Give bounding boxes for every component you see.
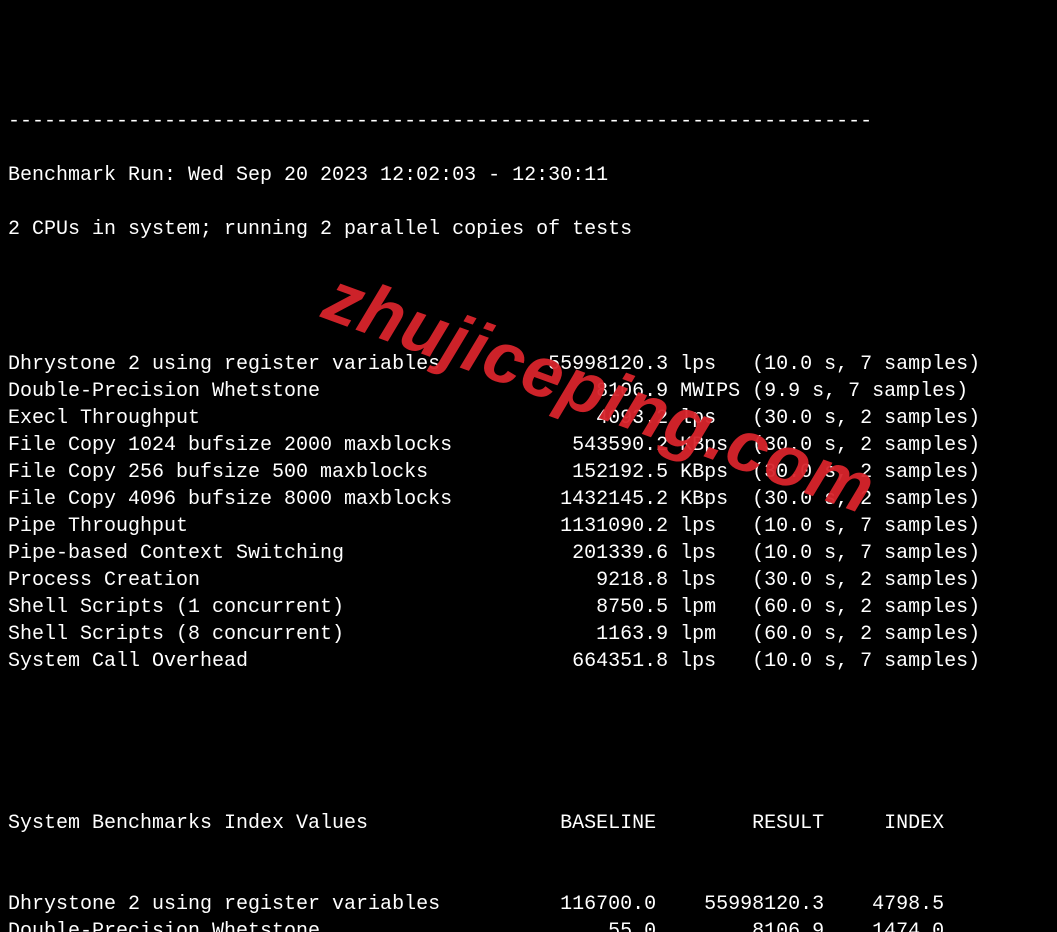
- index-rows-block: Dhrystone 2 using register variables1167…: [8, 891, 1049, 932]
- run-test-row: Pipe Throughput1131090.2lps(10.0 s, 7 sa…: [8, 513, 1049, 540]
- run-test-value: 1131090.2: [452, 513, 668, 540]
- run-test-unit: MWIPS: [668, 378, 752, 405]
- run-test-value: 55998120.3: [452, 351, 668, 378]
- run-test-note: (30.0 s, 2 samples): [752, 567, 1049, 594]
- run-test-note: (9.9 s, 7 samples): [752, 378, 1049, 405]
- run-test-note: (10.0 s, 7 samples): [752, 540, 1049, 567]
- run-test-row: File Copy 1024 bufsize 2000 maxblocks543…: [8, 432, 1049, 459]
- run-test-note: (60.0 s, 2 samples): [752, 594, 1049, 621]
- run-test-name: File Copy 1024 bufsize 2000 maxblocks: [8, 432, 452, 459]
- run-test-name: Dhrystone 2 using register variables: [8, 351, 452, 378]
- run-test-row: System Call Overhead664351.8lps(10.0 s, …: [8, 648, 1049, 675]
- run-test-name: Pipe Throughput: [8, 513, 452, 540]
- index-header-name: System Benchmarks Index Values: [8, 810, 488, 837]
- run-test-name: Shell Scripts (8 concurrent): [8, 621, 452, 648]
- index-row-name: Double-Precision Whetstone: [8, 918, 488, 932]
- index-row: Double-Precision Whetstone55.08106.91474…: [8, 918, 1049, 932]
- run-test-unit: lpm: [668, 594, 752, 621]
- run-test-unit: lps: [668, 351, 752, 378]
- run-test-note: (10.0 s, 7 samples): [752, 648, 1049, 675]
- benchmark-run-line: Benchmark Run: Wed Sep 20 2023 12:02:03 …: [8, 162, 1049, 189]
- run-test-value: 8750.5: [452, 594, 668, 621]
- run-test-value: 1163.9: [452, 621, 668, 648]
- run-test-row: Process Creation9218.8lps(30.0 s, 2 samp…: [8, 567, 1049, 594]
- run-test-unit: KBps: [668, 486, 752, 513]
- run-test-note: (30.0 s, 2 samples): [752, 486, 1049, 513]
- run-test-unit: lps: [668, 567, 752, 594]
- run-test-value: 9218.8: [452, 567, 668, 594]
- run-test-unit: lps: [668, 513, 752, 540]
- index-row: Dhrystone 2 using register variables1167…: [8, 891, 1049, 918]
- index-header-row: System Benchmarks Index Values BASELINE …: [8, 810, 1049, 837]
- run-test-row: Execl Throughput4093.2lps(30.0 s, 2 samp…: [8, 405, 1049, 432]
- run-test-name: File Copy 4096 bufsize 8000 maxblocks: [8, 486, 452, 513]
- run-test-value: 201339.6: [452, 540, 668, 567]
- run-test-unit: lps: [668, 648, 752, 675]
- run-test-note: (10.0 s, 7 samples): [752, 351, 1049, 378]
- run-test-note: (30.0 s, 2 samples): [752, 432, 1049, 459]
- run-test-note: (60.0 s, 2 samples): [752, 621, 1049, 648]
- run-test-name: System Call Overhead: [8, 648, 452, 675]
- run-test-value: 8106.9: [452, 378, 668, 405]
- run-test-row: Dhrystone 2 using register variables5599…: [8, 351, 1049, 378]
- run-test-value: 152192.5: [452, 459, 668, 486]
- run-test-name: Shell Scripts (1 concurrent): [8, 594, 452, 621]
- run-test-note: (10.0 s, 7 samples): [752, 513, 1049, 540]
- run-test-note: (30.0 s, 2 samples): [752, 459, 1049, 486]
- run-test-name: Double-Precision Whetstone: [8, 378, 452, 405]
- run-test-unit: lps: [668, 540, 752, 567]
- divider-dashes: ----------------------------------------…: [8, 108, 1049, 135]
- run-test-unit: KBps: [668, 432, 752, 459]
- index-row-name: Dhrystone 2 using register variables: [8, 891, 488, 918]
- index-row-result: 55998120.3: [656, 891, 824, 918]
- run-test-row: Pipe-based Context Switching201339.6lps(…: [8, 540, 1049, 567]
- index-header-result: RESULT: [656, 810, 824, 837]
- run-tests-block: Dhrystone 2 using register variables5599…: [8, 351, 1049, 675]
- run-test-value: 664351.8: [452, 648, 668, 675]
- blank-line: [8, 270, 1049, 297]
- run-test-unit: lps: [668, 405, 752, 432]
- run-test-name: File Copy 256 bufsize 500 maxblocks: [8, 459, 452, 486]
- run-test-row: Shell Scripts (8 concurrent)1163.9lpm(60…: [8, 621, 1049, 648]
- index-row-index: 1474.0: [824, 918, 944, 932]
- blank-line: [8, 729, 1049, 756]
- run-test-value: 1432145.2: [452, 486, 668, 513]
- run-test-unit: KBps: [668, 459, 752, 486]
- index-row-index: 4798.5: [824, 891, 944, 918]
- cpus-line: 2 CPUs in system; running 2 parallel cop…: [8, 216, 1049, 243]
- index-row-baseline: 116700.0: [488, 891, 656, 918]
- run-test-row: Shell Scripts (1 concurrent)8750.5lpm(60…: [8, 594, 1049, 621]
- run-test-name: Execl Throughput: [8, 405, 452, 432]
- run-test-name: Pipe-based Context Switching: [8, 540, 452, 567]
- run-test-row: File Copy 256 bufsize 500 maxblocks15219…: [8, 459, 1049, 486]
- run-test-unit: lpm: [668, 621, 752, 648]
- run-test-value: 543590.2: [452, 432, 668, 459]
- index-row-result: 8106.9: [656, 918, 824, 932]
- run-test-note: (30.0 s, 2 samples): [752, 405, 1049, 432]
- run-test-row: Double-Precision Whetstone8106.9MWIPS(9.…: [8, 378, 1049, 405]
- run-test-name: Process Creation: [8, 567, 452, 594]
- index-header-baseline: BASELINE: [488, 810, 656, 837]
- index-row-baseline: 55.0: [488, 918, 656, 932]
- run-test-value: 4093.2: [452, 405, 668, 432]
- run-test-row: File Copy 4096 bufsize 8000 maxblocks143…: [8, 486, 1049, 513]
- index-header-index: INDEX: [824, 810, 944, 837]
